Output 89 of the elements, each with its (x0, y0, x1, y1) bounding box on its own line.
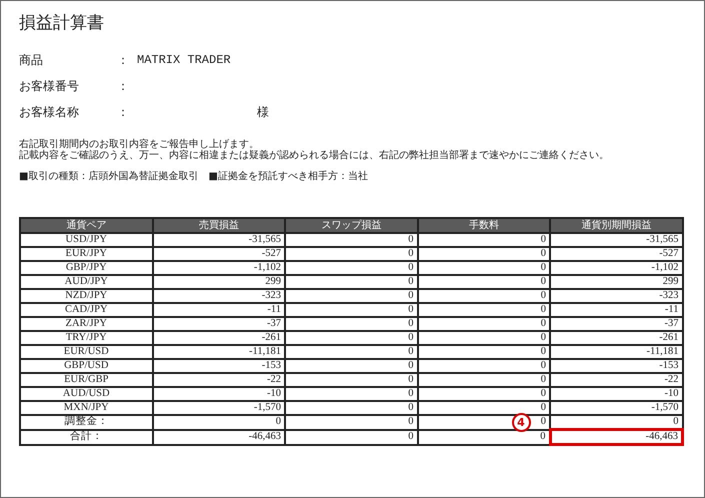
table-cell: 0 (418, 373, 550, 387)
table-cell: 0 (285, 233, 418, 247)
document-title: 損益計算書 (19, 12, 105, 35)
terms-text: ■証拠金を預託すべき相手方：当社 (208, 170, 368, 183)
table-cell: -22 (152, 373, 285, 387)
table-cell: GBP/JPY (20, 261, 152, 275)
table-cell: -11,181 (550, 345, 682, 359)
table-cell: MXN/JPY (20, 401, 152, 415)
table-cell: -323 (152, 289, 285, 303)
table-cell: 0 (285, 415, 418, 430)
table-cell: -1,102 (152, 261, 285, 275)
table-cell: -261 (152, 331, 285, 345)
table-cell: 0 (418, 317, 550, 331)
table-cell: -37 (550, 317, 682, 331)
table-cell: 0 (152, 415, 285, 430)
table-cell: -153 (550, 359, 682, 373)
table-cell: 0 (285, 430, 418, 444)
table-cell: AUD/USD (20, 387, 152, 401)
table-cell: TRY/JPY (20, 331, 152, 345)
table-cell: -261 (550, 331, 682, 345)
column-header: 売買損益 (152, 218, 285, 233)
column-header: 通貨ペア (20, 218, 152, 233)
table-cell: 0 (285, 359, 418, 373)
table-cell: -153 (152, 359, 285, 373)
colon: ： (117, 104, 130, 120)
table-cell: 0 (418, 303, 550, 317)
table-cell: 0 (418, 233, 550, 247)
table-cell: 0 (285, 373, 418, 387)
table-cell: 0 (418, 289, 550, 303)
table-cell: 0 (418, 275, 550, 289)
table-cell: -1,102 (550, 261, 682, 275)
column-header: 通貨別期間損益 (550, 218, 682, 233)
table-cell: ZAR/JPY (20, 317, 152, 331)
table-cell: 0 (285, 317, 418, 331)
table-cell: EUR/USD (20, 345, 152, 359)
table-cell: -1,570 (152, 401, 285, 415)
table-cell: 299 (550, 275, 682, 289)
table-cell: -323 (550, 289, 682, 303)
column-header: スワップ損益 (285, 218, 418, 233)
field-label: 商品 (19, 52, 44, 68)
field-label: お客様番号 (19, 78, 80, 94)
table-cell: -527 (152, 247, 285, 261)
table-cell: -22 (550, 373, 682, 387)
table-cell: 299 (152, 275, 285, 289)
table-cell: 0 (285, 401, 418, 415)
table-cell: -46,463 (152, 430, 285, 444)
table-cell: 0 (418, 345, 550, 359)
table-cell: -527 (550, 247, 682, 261)
table-cell: -11 (152, 303, 285, 317)
table-cell: 0 (418, 247, 550, 261)
table-cell: 0 (418, 261, 550, 275)
table-cell: 合計： (20, 430, 152, 444)
table-cell: AUD/JPY (20, 275, 152, 289)
notice-text: 記載内容をご確認のうえ、万一、内容に相違または疑義が認められる場合には、右記の弊社担当部署まで速やかにご連絡ください。 (19, 150, 610, 161)
table-cell: -31,565 (550, 233, 682, 247)
table-cell: 0 (418, 387, 550, 401)
table-cell: USD/JPY (20, 233, 152, 247)
table-cell: -1,570 (550, 401, 682, 415)
table-cell: -10 (152, 387, 285, 401)
table-cell: -37 (152, 317, 285, 331)
table-cell: 0 (418, 359, 550, 373)
table-cell: -11,181 (152, 345, 285, 359)
table-cell: 0 (285, 345, 418, 359)
table-cell: -10 (550, 387, 682, 401)
table-cell: 調整金： (20, 415, 152, 430)
field-value: MATRIX TRADER (137, 53, 231, 67)
field-label: お客様名称 (19, 104, 80, 120)
terms-text: ■取引の種類：店頭外国為替証拠金取引 (19, 170, 198, 183)
table-cell: EUR/JPY (20, 247, 152, 261)
table-cell: CAD/JPY (20, 303, 152, 317)
table-cell: 0 (285, 261, 418, 275)
table-cell: 0 (285, 275, 418, 289)
table-cell: 0 (285, 331, 418, 345)
table-cell: 0 (285, 289, 418, 303)
table-cell: EUR/GBP (20, 373, 152, 387)
table-cell: NZD/JPY (20, 289, 152, 303)
callout-number: 4 (512, 413, 530, 432)
table-cell: -31,565 (152, 233, 285, 247)
table-cell: 0 (418, 331, 550, 345)
table-cell: GBP/USD (20, 359, 152, 373)
table-cell: 0 (285, 303, 418, 317)
table-cell: -11 (550, 303, 682, 317)
honorific: 様 (257, 104, 269, 120)
colon: ： (117, 52, 130, 68)
table-cell: 0 (285, 387, 418, 401)
table-cell: 0 (285, 247, 418, 261)
colon: ： (117, 78, 130, 94)
column-header: 手数料 (418, 218, 550, 233)
notice-text: 右記取引期間内のお取引内容をご報告申し上げます。 (19, 139, 259, 150)
